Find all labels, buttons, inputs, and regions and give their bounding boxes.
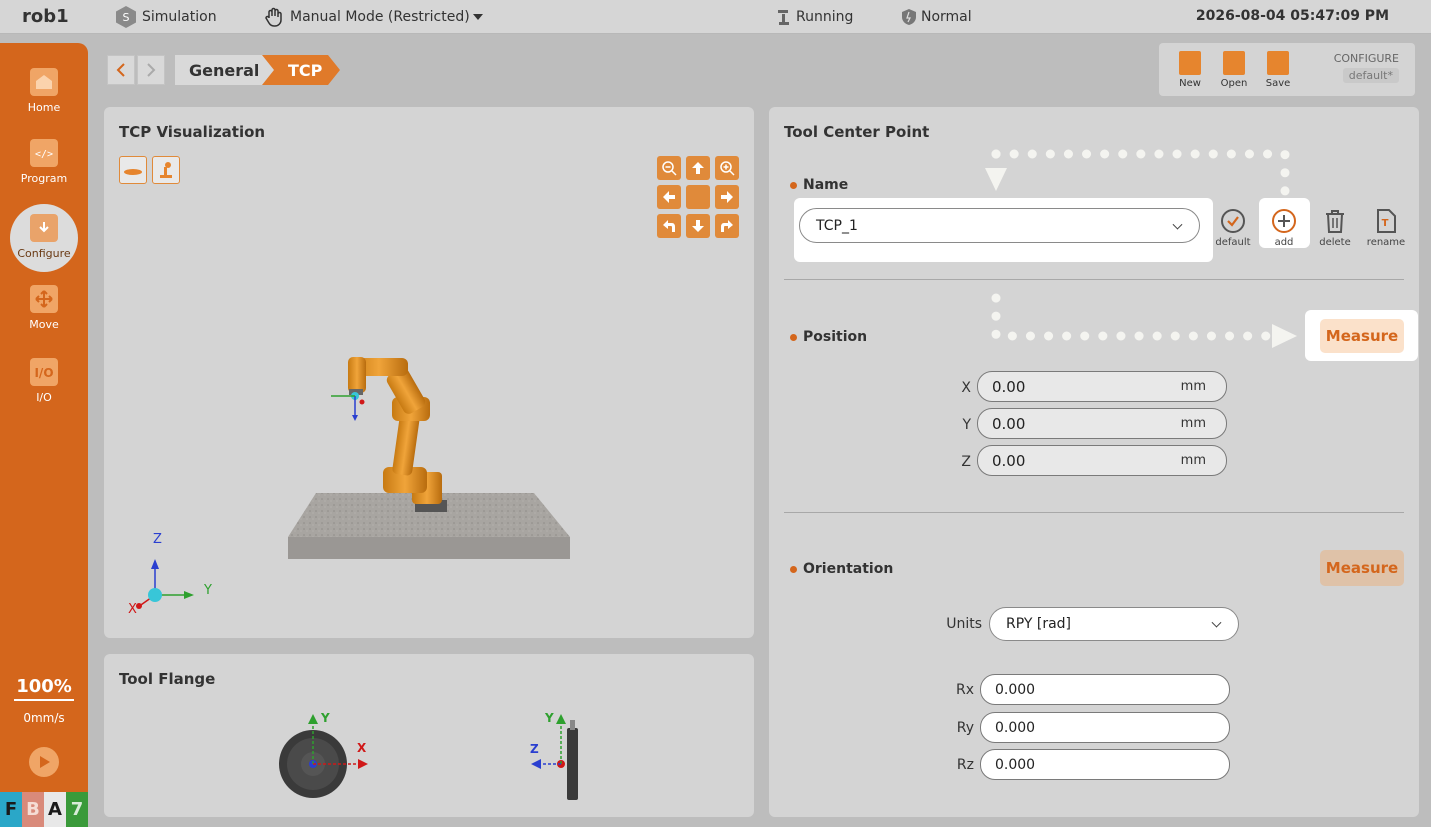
rx-label: Rx	[955, 682, 974, 698]
svg-text:T: T	[1382, 218, 1389, 229]
rz-input[interactable]: 0.000	[980, 749, 1230, 780]
position-section-label: Position	[790, 329, 867, 345]
default-button[interactable]: default	[1213, 208, 1253, 248]
rz-label: Rz	[956, 757, 974, 773]
check-circle-icon	[1221, 209, 1245, 233]
divider	[784, 512, 1404, 513]
divider	[784, 279, 1404, 280]
delete-button[interactable]: delete	[1315, 208, 1355, 248]
position-measure-button[interactable]: Measure	[1320, 319, 1404, 353]
units-label: Units	[946, 616, 982, 632]
ry-input[interactable]: 0.000	[980, 712, 1230, 743]
x-input[interactable]: 0.00 mm	[977, 371, 1227, 402]
orientation-section-label: Orientation	[790, 561, 893, 577]
orientation-measure-button[interactable]: Measure	[1320, 550, 1404, 586]
tcp-name-select[interactable]: TCP_1	[799, 208, 1200, 243]
chevron-down-icon	[1172, 219, 1183, 230]
z-input[interactable]: 0.00 mm	[977, 445, 1227, 476]
rename-icon: T	[1377, 209, 1396, 233]
units-select[interactable]: RPY [rad]	[989, 607, 1239, 641]
chevron-down-icon	[1211, 617, 1222, 628]
trash-icon	[1326, 210, 1344, 233]
y-input[interactable]: 0.00 mm	[977, 408, 1227, 439]
rename-button[interactable]: T rename	[1366, 208, 1406, 248]
plus-circle-icon	[1272, 209, 1296, 233]
add-button[interactable]: add	[1264, 208, 1304, 248]
z-label: Z	[961, 454, 971, 470]
x-label: X	[961, 380, 971, 396]
rx-input[interactable]: 0.000	[980, 674, 1230, 705]
y-label: Y	[962, 417, 971, 433]
ry-label: Ry	[956, 720, 974, 736]
name-section-label: Name	[790, 177, 848, 193]
